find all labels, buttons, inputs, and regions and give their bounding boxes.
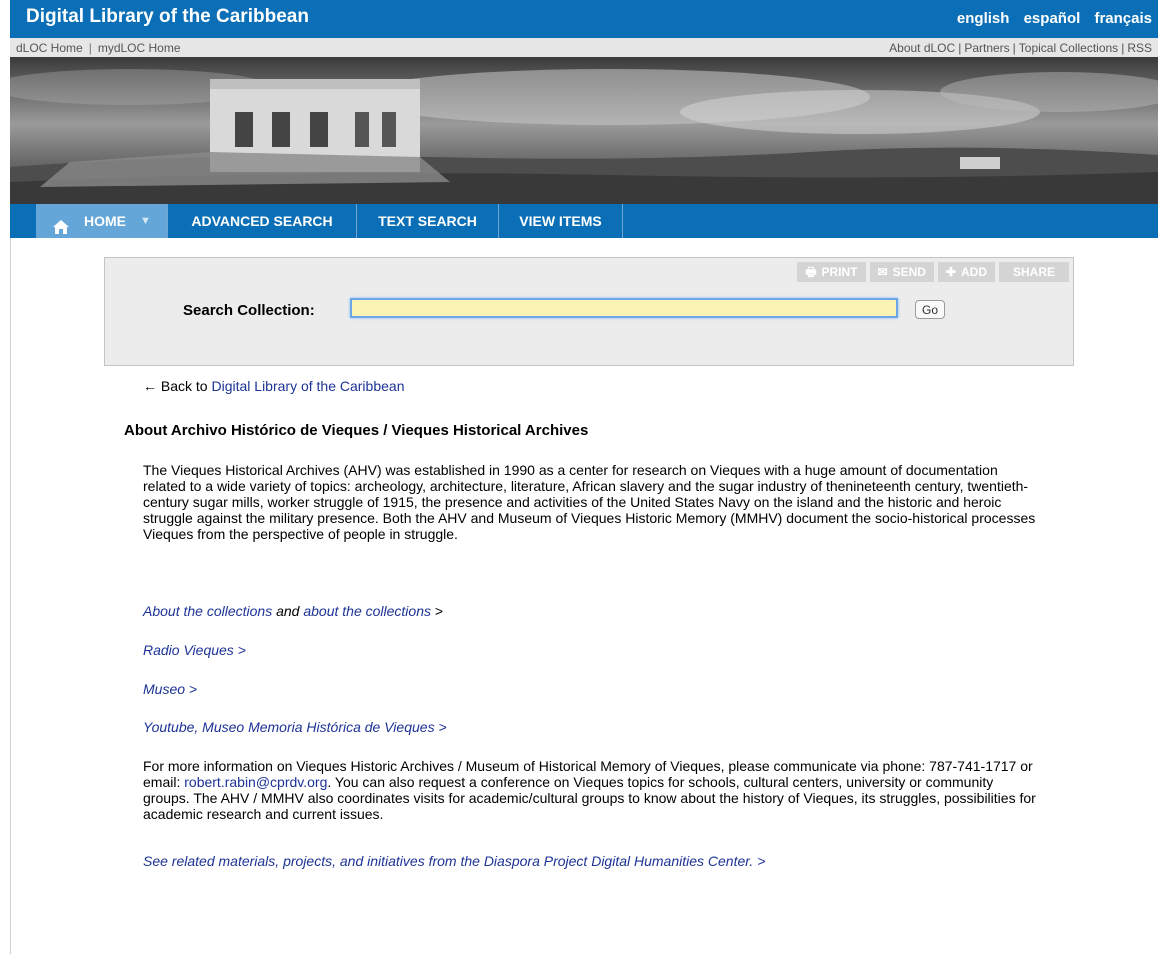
language-switcher: english español français: [947, 10, 1152, 27]
secondary-nav: dLOC Home | mydLOC Home About dLOC | Partner…: [10, 35, 1158, 57]
intro-paragraph: The Vieques Historical Archives (AHV) wa…: [143, 462, 1036, 542]
main-nav: HOME ▼ ADVANCED SEARCH TEXT SEARCH VIEW …: [10, 204, 1158, 238]
topical-collections-link[interactable]: Topical Collections: [1019, 41, 1118, 55]
nav-text-search[interactable]: TEXT SEARCH: [357, 204, 499, 238]
search-input[interactable]: [350, 298, 898, 318]
add-button[interactable]: ✚ ADD: [937, 262, 995, 282]
share-label: SHARE: [1012, 265, 1055, 279]
email-link[interactable]: robert.rabin@cprdv.org: [184, 774, 327, 790]
about-collections-link-2[interactable]: about the collections: [303, 603, 431, 619]
lang-francais[interactable]: français: [1094, 10, 1152, 27]
back-link-row: ← Back to Digital Library of the Caribbe…: [143, 378, 404, 394]
nav-view-items[interactable]: VIEW ITEMS: [499, 204, 623, 238]
nav-home-label: HOME: [84, 213, 126, 229]
share-button[interactable]: SHARE: [998, 262, 1069, 282]
radio-vieques-link[interactable]: Radio Vieques >: [143, 642, 246, 658]
nav-home[interactable]: HOME ▼: [36, 204, 168, 238]
link-arrow: >: [434, 603, 444, 619]
send-button[interactable]: ✉ SEND: [869, 262, 934, 282]
envelope-icon: ✉: [877, 265, 888, 279]
dloc-home-link[interactable]: dLOC Home: [16, 41, 83, 55]
lang-espanol[interactable]: español: [1024, 10, 1081, 27]
diaspora-project-link[interactable]: See related materials, projects, and ini…: [143, 853, 765, 869]
youtube-museo-link[interactable]: Youtube, Museo Memoria Histórica de Vieq…: [143, 719, 447, 735]
rss-link[interactable]: RSS: [1127, 41, 1152, 55]
separator: |: [1012, 41, 1016, 55]
plus-icon: ✚: [945, 265, 956, 279]
back-arrow-icon: ←: [143, 378, 157, 394]
and-text: and: [276, 603, 300, 619]
print-label: PRINT: [821, 265, 858, 279]
add-label: ADD: [960, 265, 987, 279]
search-panel: 🖶 PRINT ✉ SEND ✚ ADD SHARE Search Collectio…: [104, 257, 1074, 366]
back-prefix: Back to: [160, 378, 208, 394]
item-tools: 🖶 PRINT ✉ SEND ✚ ADD SHARE: [793, 262, 1069, 282]
printer-icon: 🖶: [805, 265, 817, 279]
search-collection-label: Search Collection:: [183, 302, 315, 319]
collections-links-row: About the collections and about the coll…: [143, 603, 443, 619]
mydloc-home-link[interactable]: mydLOC Home: [98, 41, 181, 55]
about-dloc-link[interactable]: About dLOC: [889, 41, 955, 55]
banner-image: [10, 57, 1158, 206]
print-button[interactable]: 🖶 PRINT: [797, 262, 866, 282]
go-button[interactable]: Go: [915, 300, 945, 319]
home-icon: [52, 213, 70, 247]
site-title[interactable]: Digital Library of the Caribbean: [26, 6, 309, 28]
partners-link[interactable]: Partners: [964, 41, 1009, 55]
site-header: Digital Library of the Caribbean english…: [10, 0, 1158, 35]
separator: |: [88, 41, 92, 55]
lang-english[interactable]: english: [957, 10, 1010, 27]
page-title: About Archivo Histórico de Vieques / Vie…: [124, 422, 589, 439]
about-collections-link-1[interactable]: About the collections: [143, 603, 272, 619]
back-to-dloc-link[interactable]: Digital Library of the Caribbean: [211, 378, 404, 394]
contact-paragraph: For more information on Vieques Historic…: [143, 758, 1043, 822]
send-label: SEND: [892, 265, 926, 279]
panorama-illustration: [10, 57, 1158, 206]
nav-advanced-search[interactable]: ADVANCED SEARCH: [168, 204, 357, 238]
separator: |: [1121, 41, 1125, 55]
separator: |: [958, 41, 962, 55]
chevron-down-icon: ▼: [140, 215, 151, 227]
museo-link[interactable]: Museo >: [143, 681, 197, 697]
